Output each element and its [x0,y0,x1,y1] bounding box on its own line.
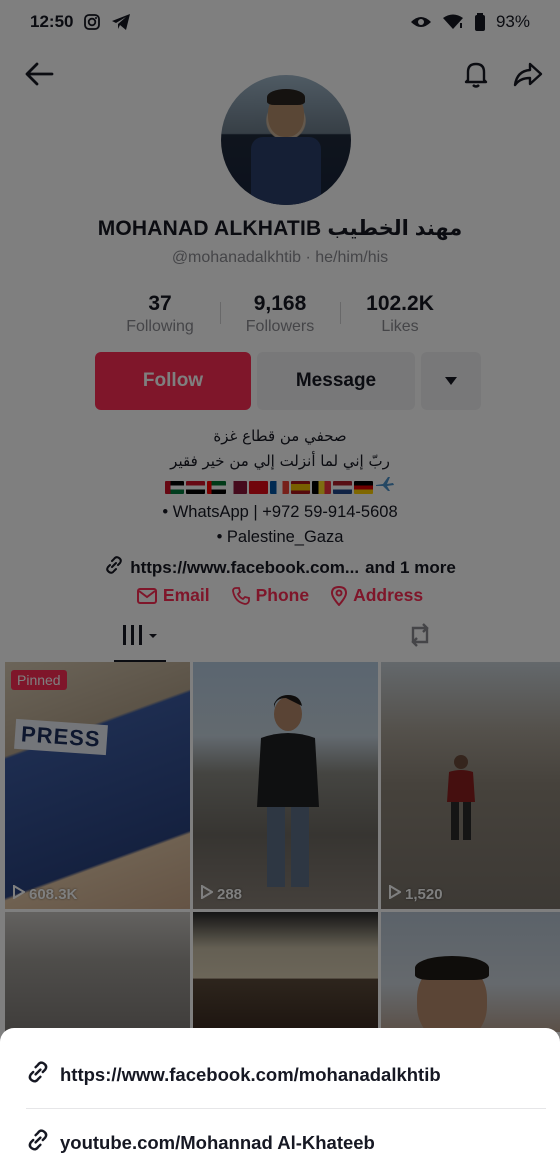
links-bottom-sheet: https://www.facebook.com/mohanadalkhtib … [0,1028,560,1175]
link-url: https://www.facebook.com/mohanadalkhtib [60,1063,441,1085]
modal-overlay[interactable] [0,0,560,1175]
link-icon [26,1060,50,1089]
link-icon [26,1128,50,1157]
profile-screen: 12:50 93% [0,0,560,1175]
link-option-facebook[interactable]: https://www.facebook.com/mohanadalkhtib [26,1060,546,1089]
link-url: youtube.com/Mohannad Al-Khateeb [60,1131,375,1153]
divider [26,1108,546,1109]
link-option-youtube[interactable]: youtube.com/Mohannad Al-Khateeb [26,1128,546,1157]
